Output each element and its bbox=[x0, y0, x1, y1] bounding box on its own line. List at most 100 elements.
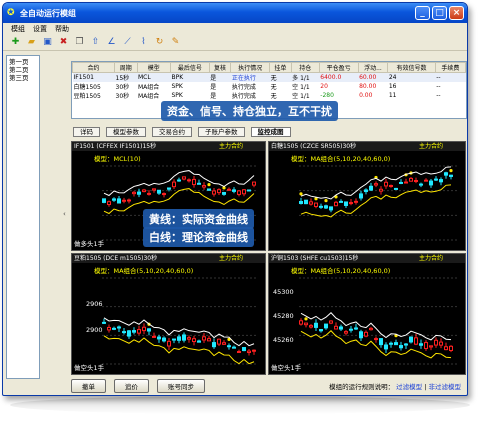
signal-marker bbox=[304, 317, 308, 321]
collapse-splitter[interactable]: ‹ bbox=[63, 55, 69, 379]
grid-column-header[interactable]: 执行情况 bbox=[230, 62, 271, 73]
copy-icon[interactable]: ❐ bbox=[73, 36, 86, 49]
candle-body bbox=[102, 321, 106, 324]
nonfilter-model-link[interactable]: 非过滤模型 bbox=[429, 383, 462, 391]
candle-body bbox=[369, 327, 373, 331]
grid-row[interactable]: 豆粕1505 30秒 MA组合 SPK 是 执行完成 无 空 1/1 -280 0.00 11 -- bbox=[73, 91, 466, 100]
candle-body bbox=[429, 345, 433, 348]
open-folder-icon[interactable]: ▰ bbox=[25, 36, 38, 49]
add-icon[interactable]: ✚ bbox=[9, 36, 22, 49]
panel-title-text: 白糖1505 (CZCE SR505)30秒 bbox=[271, 143, 357, 150]
candle-body bbox=[187, 179, 191, 182]
grid-column-header[interactable]: 最后信号 bbox=[169, 62, 210, 73]
tab-contract[interactable]: 交易合约 bbox=[152, 127, 192, 137]
candle-body bbox=[227, 188, 231, 191]
position-label: 做空头1手 bbox=[271, 364, 302, 372]
candle-body bbox=[304, 199, 308, 205]
model-label: 模型：MCL(10) bbox=[94, 155, 141, 163]
grid-cell: 0.00 bbox=[359, 92, 373, 99]
menu-settings[interactable]: 设置 bbox=[33, 24, 47, 34]
signal-marker bbox=[299, 192, 303, 196]
grid-column-header[interactable]: 持仓 bbox=[290, 62, 320, 73]
price-label: 45260 bbox=[273, 336, 294, 344]
maximize-button[interactable]: □ bbox=[432, 6, 447, 20]
model-label: 模型：MA组合(5,10,20,40,60,0) bbox=[94, 267, 194, 275]
candle-body bbox=[172, 181, 176, 188]
tab-subaccount[interactable]: 子账户参数 bbox=[198, 127, 245, 137]
grid-cell: 多 1/1 bbox=[292, 75, 310, 82]
candle-body bbox=[177, 179, 181, 182]
candle-body bbox=[252, 181, 256, 186]
grid-column-header[interactable]: 复核 bbox=[208, 62, 232, 73]
actual-equity-line bbox=[300, 330, 452, 359]
collapse-arrow-icon[interactable]: ‹ bbox=[63, 210, 66, 218]
menu-help[interactable]: 帮助 bbox=[55, 24, 69, 34]
grid-cell: SPK bbox=[171, 92, 183, 99]
candle-body bbox=[309, 201, 313, 205]
upload-icon[interactable]: ⇧ bbox=[89, 36, 102, 49]
chart-panel-sr1505[interactable]: 白糖1505 (CZCE SR505)30秒 主力合约 模型：MA组合(5,10,… bbox=[268, 141, 466, 251]
tab-detail[interactable]: 详码 bbox=[73, 127, 100, 137]
page-item-2[interactable]: 第二页 bbox=[9, 66, 37, 74]
candle-body bbox=[192, 338, 196, 343]
candle-body bbox=[379, 188, 383, 192]
candle-body bbox=[167, 340, 171, 347]
candle-body bbox=[212, 190, 216, 195]
grid-column-header[interactable]: 周期 bbox=[114, 62, 138, 73]
candle-body bbox=[152, 335, 156, 338]
refresh-icon[interactable]: ↻ bbox=[153, 36, 166, 49]
candle-body bbox=[319, 205, 323, 208]
candle-body bbox=[222, 342, 226, 345]
candle-body bbox=[117, 198, 121, 204]
page-item-1[interactable]: 第一页 bbox=[9, 58, 37, 66]
candle-body bbox=[237, 351, 241, 354]
position-label: 做多头1手 bbox=[74, 240, 105, 248]
grid-column-header[interactable]: 合约 bbox=[72, 62, 116, 73]
filter-model-link[interactable]: 过滤模型 bbox=[396, 383, 422, 391]
signal-marker bbox=[449, 169, 453, 173]
edit-icon[interactable]: ✎ bbox=[169, 36, 182, 49]
grid-row[interactable]: IF1501 15秒 MCL BPK 是 正在执行 无 多 1/1 6400.0 60.00 24 -… bbox=[72, 72, 466, 82]
candle-body bbox=[232, 189, 236, 192]
close-button[interactable]: × bbox=[449, 6, 464, 20]
main-contract-label: 主力合约 bbox=[218, 143, 243, 150]
chart-tool-icon[interactable]: ⌇ bbox=[137, 36, 150, 49]
delete-icon[interactable]: ✖ bbox=[57, 36, 70, 49]
candle-body bbox=[304, 322, 308, 326]
grid-column-header[interactable]: 手续费 bbox=[434, 62, 466, 73]
grid-cell: 是 bbox=[210, 84, 217, 91]
page-item-3[interactable]: 第三页 bbox=[9, 74, 37, 82]
menu-model[interactable]: 模组 bbox=[11, 24, 25, 34]
grid-cell: MA组合 bbox=[138, 93, 160, 100]
tab-monitor-chart[interactable]: 监控成图 bbox=[250, 127, 291, 137]
tab-model-params[interactable]: 模型参数 bbox=[106, 127, 146, 137]
panel-title-text: 沪铜1503 (SHFE cu1503)15秒 bbox=[271, 255, 359, 262]
minimize-button[interactable]: _ bbox=[415, 6, 430, 20]
grid-column-header[interactable]: 模型 bbox=[136, 62, 171, 73]
candle-body bbox=[117, 326, 121, 329]
grid-cell: 30秒 bbox=[115, 93, 130, 100]
candle-body bbox=[364, 331, 368, 337]
trend-tool-icon[interactable]: ⟋ bbox=[121, 36, 134, 49]
grid-column-header[interactable]: 有效信号数 bbox=[387, 62, 436, 73]
grid-column-header[interactable]: 平仓盈亏 bbox=[318, 62, 359, 73]
chart-panel-cu1503[interactable]: 沪铜1503 (SHFE cu1503)15秒 主力合约 模型：MA组合(5,10… bbox=[268, 253, 466, 375]
grid-column-header[interactable]: 挂单 bbox=[269, 62, 292, 73]
chart-panel-m1505[interactable]: 豆粕1505 (DCE m1505)30秒 主力合约 模型：MA组合(5,10,2… bbox=[71, 253, 266, 375]
save-icon[interactable]: ▣ bbox=[41, 36, 54, 49]
candle-body bbox=[379, 338, 383, 346]
candle-body bbox=[247, 189, 251, 192]
candle-body bbox=[394, 342, 398, 346]
grid-column-header[interactable]: 浮动... bbox=[357, 62, 389, 73]
chase-price-button[interactable]: 追价 bbox=[114, 379, 149, 393]
candle-body bbox=[409, 336, 413, 343]
grid-cell: 空 1/1 bbox=[292, 93, 310, 100]
line-tool-icon[interactable]: ∠ bbox=[105, 36, 118, 49]
cancel-order-button[interactable]: 撤单 bbox=[71, 379, 106, 393]
candle-body bbox=[107, 326, 111, 331]
account-sync-button[interactable]: 账号同步 bbox=[157, 379, 205, 393]
grid-cell: 60.00 bbox=[359, 74, 377, 81]
main-contract-label: 主力合约 bbox=[418, 255, 443, 262]
candle-body bbox=[227, 345, 231, 348]
grid-row[interactable]: 白糖1505 30秒 MA组合 SPK 是 执行完成 无 空 1/1 20 80.00 16 -- bbox=[73, 82, 466, 91]
